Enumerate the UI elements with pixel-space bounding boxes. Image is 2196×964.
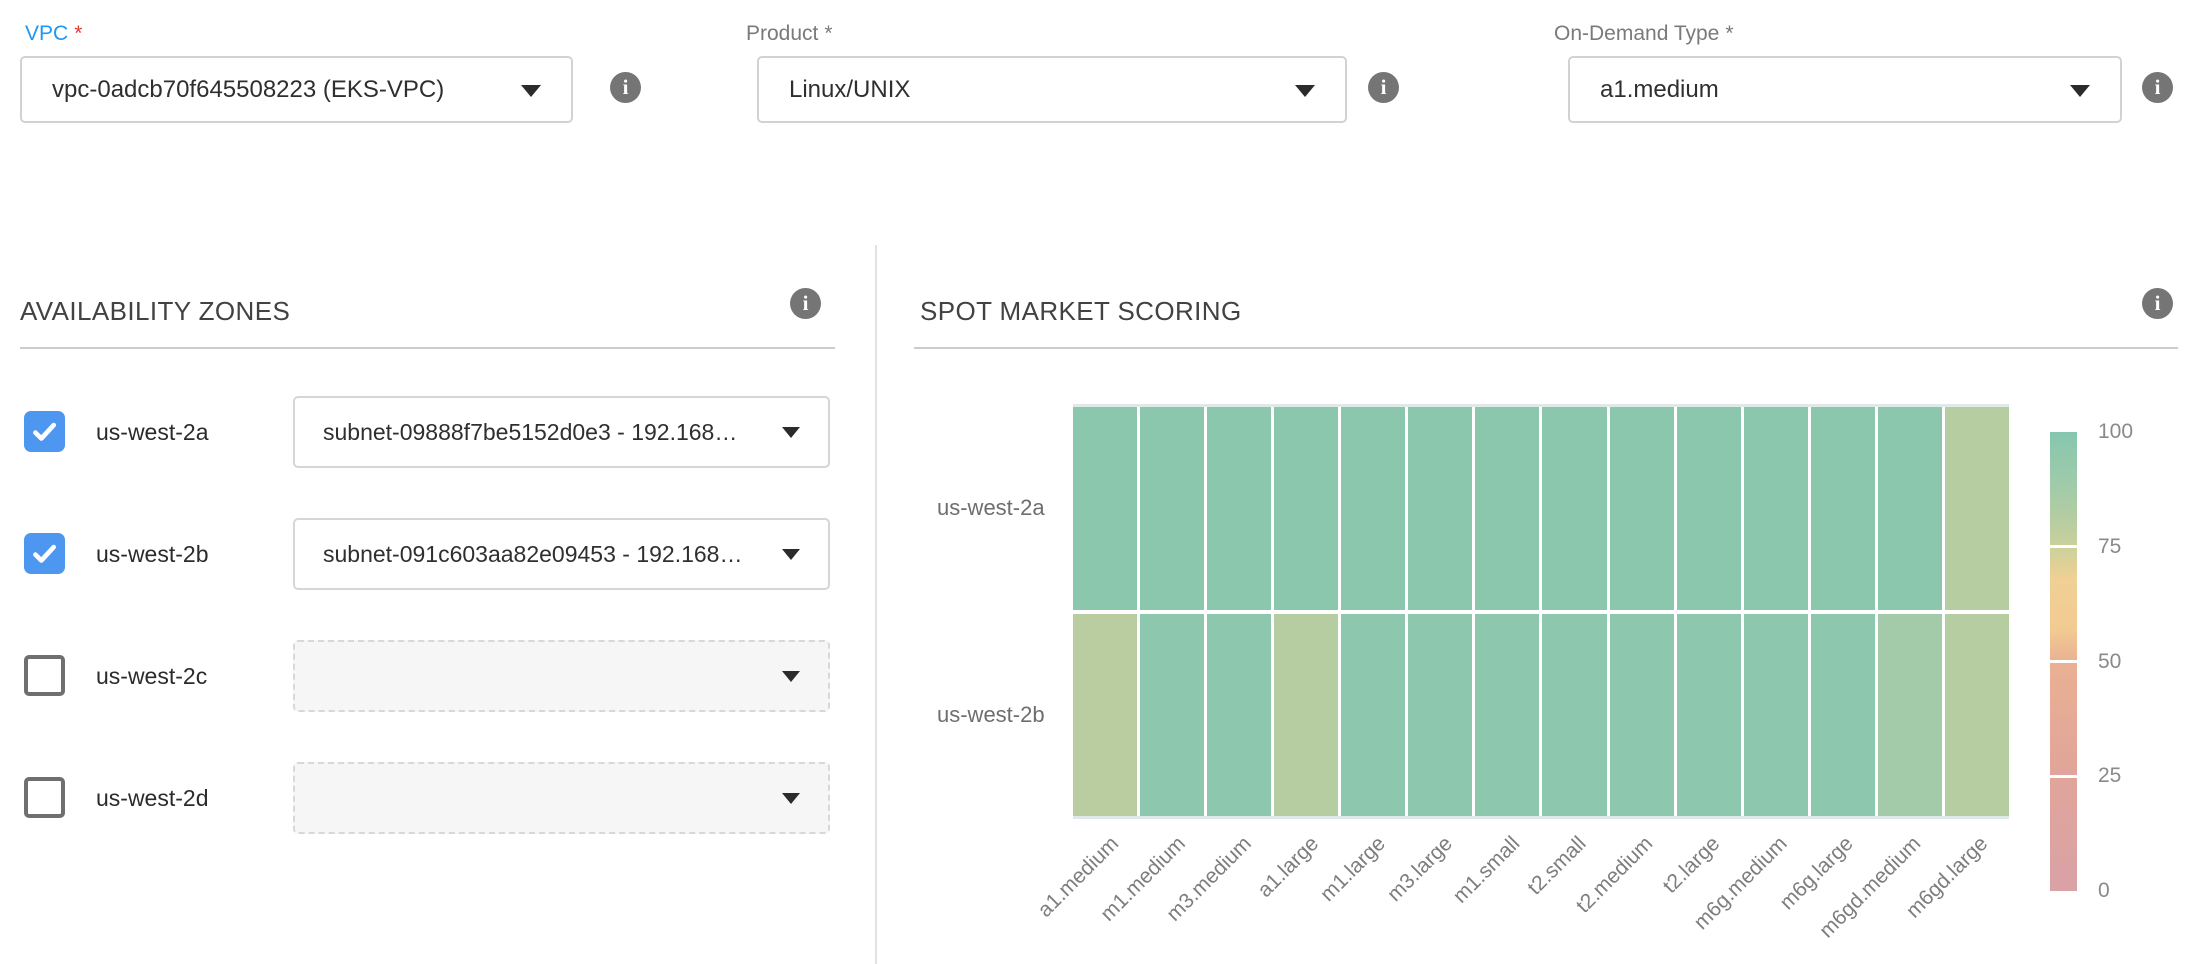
vpc-select[interactable]: vpc-0adcb70f645508223 (EKS-VPC) — [20, 56, 573, 123]
heatmap-cell-us-west-2a-t2.small — [1542, 407, 1606, 610]
subnet-select-us-west-2c[interactable] — [293, 640, 830, 712]
az-zone-label: us-west-2d — [96, 762, 208, 834]
heatmap-cell-us-west-2b-a1.medium — [1073, 614, 1137, 817]
column-label-m1.small: m1.small — [1448, 832, 1524, 908]
heatmap-cell-us-west-2a-m6gd.medium — [1878, 407, 1942, 610]
panel-divider — [875, 245, 877, 964]
spot-instance-config-page: VPC* vpc-0adcb70f645508223 (EKS-VPC) i P… — [0, 0, 2196, 964]
heatmap-cell-us-west-2a-t2.large — [1677, 407, 1741, 610]
info-icon[interactable]: i — [2142, 288, 2173, 319]
checkmark-icon — [28, 415, 61, 448]
az-zone-label: us-west-2b — [96, 518, 208, 590]
column-label-a1.large: a1.large — [1253, 832, 1324, 903]
checkbox-us-west-2b[interactable] — [24, 533, 65, 574]
info-icon[interactable]: i — [610, 72, 641, 103]
heatmap-cell-us-west-2a-m1.medium — [1140, 407, 1204, 610]
chevron-down-icon — [782, 549, 800, 560]
spot-market-scoring-title: SPOT MARKET SCORING — [920, 296, 1242, 327]
column-label-t2.large: t2.large — [1659, 832, 1726, 899]
heatmap-cell-us-west-2a-a1.medium — [1073, 407, 1137, 610]
heatmap-cell-us-west-2a-m6g.medium — [1744, 407, 1808, 610]
colorbar-label-100: 100 — [2098, 420, 2133, 444]
chevron-down-icon — [782, 427, 800, 438]
az-zone-label: us-west-2c — [96, 640, 207, 712]
vpc-select-value: vpc-0adcb70f645508223 (EKS-VPC) — [52, 58, 444, 121]
chevron-down-icon — [782, 793, 800, 804]
checkbox-us-west-2c[interactable] — [24, 655, 65, 696]
required-asterisk: * — [74, 22, 82, 45]
on-demand-type-label: On-Demand Type* — [1554, 22, 1734, 46]
subnet-select-us-west-2b[interactable]: subnet-091c603aa82e09453 - 192.168… — [293, 518, 830, 590]
heatmap-cell-us-west-2a-m6g.large — [1811, 407, 1875, 610]
heatmap-cell-us-west-2a-m1.large — [1341, 407, 1405, 610]
checkbox-us-west-2d[interactable] — [24, 777, 65, 818]
availability-zones-title: AVAILABILITY ZONES — [20, 296, 290, 327]
colorbar — [2050, 432, 2077, 891]
az-row-us-west-2d: us-west-2d — [0, 762, 860, 834]
section-divider — [20, 347, 835, 349]
column-label-m3.large: m3.large — [1383, 832, 1458, 907]
colorbar-tick — [2050, 660, 2077, 663]
heatmap-cell-us-west-2b-m6g.large — [1811, 614, 1875, 817]
chevron-down-icon — [521, 85, 541, 97]
chevron-down-icon — [2070, 85, 2090, 97]
colorbar-label-50: 50 — [2098, 650, 2121, 674]
product-select-value: Linux/UNIX — [789, 58, 910, 121]
colorbar-label-25: 25 — [2098, 764, 2121, 788]
heatmap-cell-us-west-2b-t2.small — [1542, 614, 1606, 817]
on-demand-type-select-value: a1.medium — [1600, 58, 1719, 121]
subnet-value: subnet-091c603aa82e09453 - 192.168… — [323, 520, 742, 588]
checkbox-us-west-2a[interactable] — [24, 411, 65, 452]
heatmap-grid — [1073, 407, 2009, 816]
heatmap-cell-us-west-2b-m6gd.medium — [1878, 614, 1942, 817]
heatmap-cell-us-west-2b-m3.large — [1408, 614, 1472, 817]
heatmap-cell-us-west-2a-m3.medium — [1207, 407, 1271, 610]
required-asterisk: * — [824, 22, 832, 45]
subnet-value: subnet-09888f7be5152d0e3 - 192.168… — [323, 398, 737, 466]
colorbar-label-75: 75 — [2098, 535, 2121, 559]
chevron-down-icon — [782, 671, 800, 682]
product-label: Product* — [746, 22, 833, 46]
heatmap-cell-us-west-2a-m3.large — [1408, 407, 1472, 610]
row-label-us-west-2b: us-west-2b — [937, 702, 1045, 728]
heatmap-cell-us-west-2b-m6g.medium — [1744, 614, 1808, 817]
info-icon[interactable]: i — [790, 288, 821, 319]
heatmap-cell-us-west-2a-t2.medium — [1610, 407, 1674, 610]
heatmap-cell-us-west-2a-m1.small — [1475, 407, 1539, 610]
heatmap-cell-us-west-2a-m6gd.large — [1945, 407, 2009, 610]
checkmark-icon — [28, 537, 61, 570]
required-asterisk: * — [1725, 22, 1733, 45]
heatmap-cell-us-west-2b-a1.large — [1274, 614, 1338, 817]
az-row-us-west-2b: us-west-2b subnet-091c603aa82e09453 - 192… — [0, 518, 860, 590]
row-label-us-west-2a: us-west-2a — [937, 495, 1045, 521]
subnet-select-us-west-2a[interactable]: subnet-09888f7be5152d0e3 - 192.168… — [293, 396, 830, 468]
heatmap-cell-us-west-2a-a1.large — [1274, 407, 1338, 610]
spot-market-heatmap — [1073, 404, 2009, 819]
vpc-label: VPC* — [25, 22, 82, 46]
az-row-us-west-2a: us-west-2a subnet-09888f7be5152d0e3 - 192… — [0, 396, 860, 468]
chevron-down-icon — [1295, 85, 1315, 97]
az-row-us-west-2c: us-west-2c — [0, 640, 860, 712]
info-icon[interactable]: i — [1368, 72, 1399, 103]
heatmap-cell-us-west-2b-m1.small — [1475, 614, 1539, 817]
heatmap-cell-us-west-2b-m3.medium — [1207, 614, 1271, 817]
colorbar-label-0: 0 — [2098, 879, 2110, 903]
colorbar-tick — [2050, 545, 2077, 548]
on-demand-type-select[interactable]: a1.medium — [1568, 56, 2122, 123]
heatmap-cell-us-west-2b-m1.medium — [1140, 614, 1204, 817]
column-label-m1.large: m1.large — [1316, 832, 1391, 907]
subnet-select-us-west-2d[interactable] — [293, 762, 830, 834]
heatmap-cell-us-west-2b-t2.medium — [1610, 614, 1674, 817]
az-zone-label: us-west-2a — [96, 396, 208, 468]
heatmap-cell-us-west-2b-m6gd.large — [1945, 614, 2009, 817]
info-icon[interactable]: i — [2142, 72, 2173, 103]
section-divider — [914, 347, 2178, 349]
heatmap-cell-us-west-2b-m1.large — [1341, 614, 1405, 817]
product-select[interactable]: Linux/UNIX — [757, 56, 1347, 123]
heatmap-cell-us-west-2b-t2.large — [1677, 614, 1741, 817]
colorbar-tick — [2050, 775, 2077, 778]
